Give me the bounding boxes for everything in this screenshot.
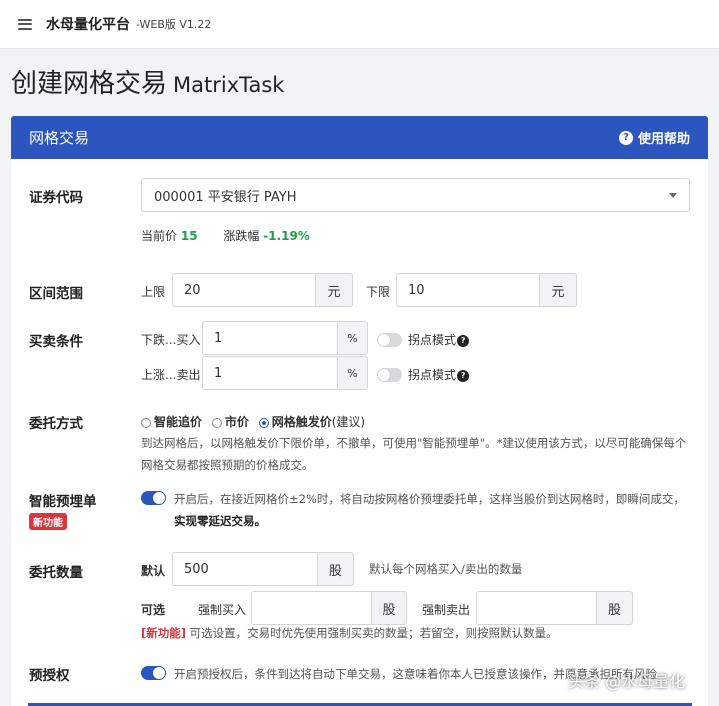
app-title: 水母量化平台 — [46, 17, 130, 33]
default-quantity-input[interactable]: 500 — [172, 552, 318, 586]
buy-percent-unit: % — [338, 321, 368, 355]
page-title: 创建网格交易 MatrixTask — [11, 63, 284, 100]
buy-percent-input[interactable]: 1 — [202, 321, 338, 355]
question-circle-icon: ? — [618, 130, 633, 145]
caret-down-icon — [669, 193, 677, 198]
force-buy-input[interactable] — [251, 591, 372, 625]
change-label: 涨跌幅 — [223, 229, 260, 243]
sell-percent-input[interactable]: 1 — [202, 356, 338, 390]
security-selected: 000001 平安银行 PAYH — [154, 189, 297, 205]
buy-tick-mode-label: 拐点模式 — [408, 333, 457, 347]
radio-grid-trigger[interactable]: 网格触发价 — [258, 415, 332, 429]
sell-condition-label: 上涨...卖出 — [141, 368, 201, 382]
smart-order-toggle[interactable] — [141, 491, 166, 505]
upper-unit: 元 — [316, 273, 353, 307]
optional-hint: [新功能] 可选设置，交易时优先使用强制买卖的数量；若留空，则按照默认数量。 — [141, 625, 558, 641]
security-label: 证券代码 — [29, 190, 83, 206]
smart-order-label: 智能预埋单 — [29, 494, 97, 510]
force-buy-label: 强制买入 — [198, 603, 247, 617]
default-quantity-unit: 股 — [318, 552, 354, 586]
smart-order-desc-2: 实现零延迟交易。 — [174, 514, 266, 528]
security-select[interactable]: 000001 平安银行 PAYH — [141, 178, 690, 212]
top-bar: 水母量化平台 -WEB版 V1.22 — [0, 0, 719, 49]
sell-tick-mode-label: 拐点模式 — [408, 368, 457, 382]
optional-label: 可选 — [141, 603, 166, 617]
recommended-label: (建议) — [331, 415, 366, 429]
buy-condition-label: 下跌...买入 — [141, 333, 201, 347]
lower-label: 下限 — [366, 285, 391, 299]
default-label: 默认 — [141, 564, 166, 578]
buy-tick-mode: 拐点模式? — [408, 331, 470, 348]
new-feature-tag: [新功能] — [141, 626, 187, 640]
menu-icon[interactable] — [18, 18, 32, 30]
smart-order-desc-1: 开启后，在接近网格价±2%时，将自动按网格价预埋委托单，这样当股价到达网格时，即… — [174, 492, 685, 506]
optional-hint-text: 可选设置，交易时优先使用强制买卖的数量；若留空，则按照默认数量。 — [189, 626, 558, 640]
card-header: 网格交易 ? 使用帮助 — [11, 116, 708, 159]
order-type-options: 智能追价 市价 网格触发价(建议) — [141, 413, 365, 430]
force-sell-label: 强制卖出 — [422, 603, 471, 617]
condition-label: 买卖条件 — [29, 334, 83, 350]
radio-smart-chase[interactable]: 智能追价 — [141, 415, 202, 429]
page-title-en: MatrixTask — [173, 73, 285, 97]
sell-tick-mode: 拐点模式? — [408, 366, 470, 383]
question-icon[interactable]: ? — [457, 334, 470, 347]
card-title: 网格交易 — [29, 129, 90, 147]
force-sell-unit: 股 — [597, 591, 633, 625]
radio-market[interactable]: 市价 — [211, 415, 249, 429]
sell-percent-unit: % — [338, 356, 368, 390]
default-quantity-hint: 默认每个网格买入/卖出的数量 — [369, 562, 523, 576]
order-type-desc-2: 网格交易都按照预期的价格成交。 — [141, 458, 314, 472]
order-type-label: 委托方式 — [29, 416, 83, 432]
price-label: 当前价 — [141, 229, 178, 243]
preauth-label: 预授权 — [29, 668, 70, 684]
price-value: 15 — [180, 229, 198, 243]
range-label: 区间范围 — [29, 286, 83, 302]
new-feature-badge: 新功能 — [29, 513, 67, 530]
help-label: 使用帮助 — [637, 132, 690, 147]
upper-label: 上限 — [141, 285, 166, 299]
sell-tick-mode-toggle[interactable] — [377, 368, 402, 382]
upper-limit-input[interactable]: 20 — [172, 273, 316, 307]
page-title-zh: 创建网格交易 — [11, 69, 168, 99]
preauth-toggle[interactable] — [141, 666, 166, 680]
lower-unit: 元 — [540, 273, 577, 307]
order-type-desc-1: 到达网格后，以网格触发价下限价单，不撤单，可使用"智能预埋单"。*建议使用该方式… — [141, 436, 687, 450]
quantity-label: 委托数量 — [29, 565, 83, 581]
force-sell-input[interactable] — [476, 591, 597, 625]
app-version: -WEB版 V1.22 — [136, 18, 212, 31]
help-link[interactable]: ? 使用帮助 — [618, 128, 690, 147]
lower-limit-input[interactable]: 10 — [396, 273, 540, 307]
price-info: 当前价 15 涨跌幅 -1.19% — [141, 227, 310, 244]
grid-trade-card: 网格交易 ? 使用帮助 证券代码 000001 平安银行 PAYH 当前价 15… — [11, 116, 708, 706]
change-value: -1.19% — [263, 229, 310, 243]
buy-tick-mode-toggle[interactable] — [377, 333, 402, 347]
question-icon[interactable]: ? — [457, 369, 470, 382]
watermark: 头条 @水母量化 — [568, 672, 686, 691]
force-buy-unit: 股 — [372, 591, 407, 625]
